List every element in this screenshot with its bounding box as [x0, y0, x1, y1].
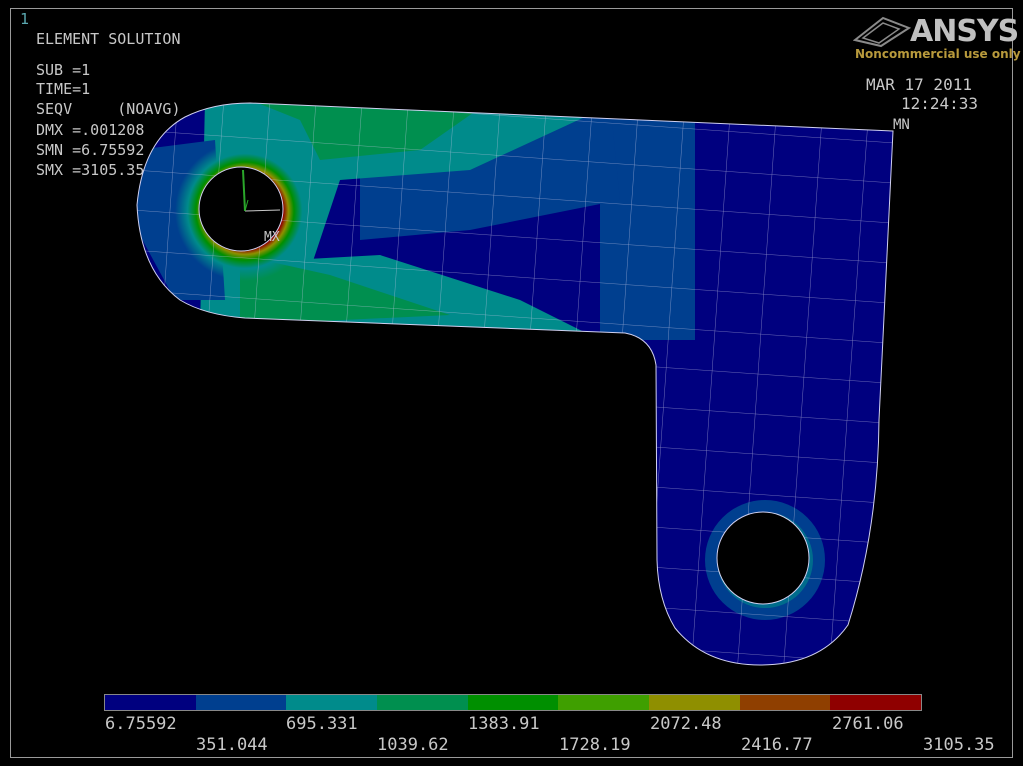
logo-text: ANSYS — [910, 14, 1019, 49]
legend-value: 6.75592 — [105, 714, 177, 734]
legend-band — [286, 695, 378, 710]
contour-legend — [104, 694, 922, 711]
legend-value: 2416.77 — [741, 735, 813, 755]
legend-band — [105, 695, 196, 710]
part-body[interactable] — [0, 0, 1023, 766]
max-marker: MX — [264, 230, 280, 245]
plot-date: MAR 17 2011 — [866, 75, 972, 94]
legend-value: 695.331 — [286, 714, 358, 734]
legend-band — [195, 695, 287, 710]
legend-band — [649, 695, 740, 710]
graphics-viewport[interactable]: 1 ELEMENT SOLUTION SUB =1 TIME=1 SEQV (N… — [0, 0, 1023, 766]
logo-note: Noncommercial use only — [855, 47, 1021, 61]
legend-band — [739, 695, 831, 710]
fea-model-plot[interactable]: MX MN — [0, 0, 1023, 766]
legend-value: 1039.62 — [377, 735, 449, 755]
legend-band — [830, 695, 922, 710]
legend-value: 1383.91 — [468, 714, 540, 734]
legend-value: 3105.35 — [923, 735, 995, 755]
legend-value: 351.044 — [196, 735, 268, 755]
lower-hole — [716, 511, 810, 605]
legend-value: 2072.48 — [650, 714, 722, 734]
ansys-logo-icon — [853, 16, 911, 48]
legend-band — [467, 695, 559, 710]
legend-band — [377, 695, 468, 710]
plot-time: 12:24:33 — [901, 94, 979, 113]
min-marker: MN — [893, 117, 910, 133]
legend-value: 2761.06 — [832, 714, 904, 734]
legend-band — [558, 695, 650, 710]
legend-value: 1728.19 — [559, 735, 631, 755]
